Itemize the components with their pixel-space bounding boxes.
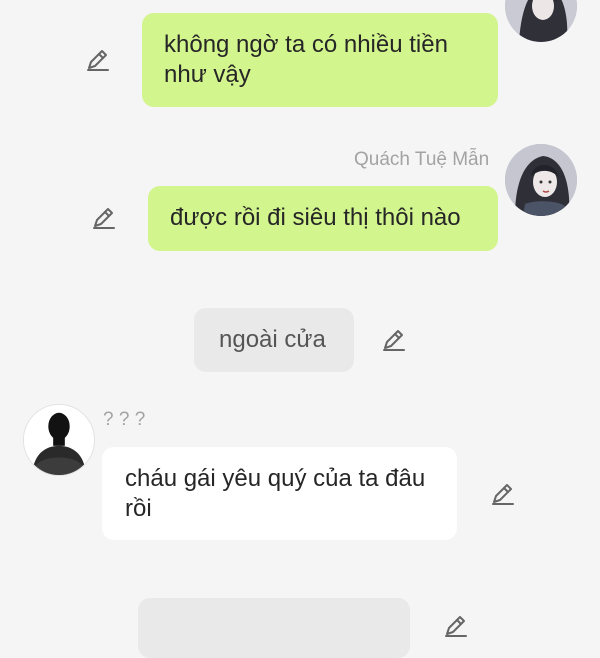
edit-icon[interactable] xyxy=(489,481,517,509)
avatar-quach-tue-man-top[interactable] xyxy=(505,0,577,42)
sender-name: ? ? ? xyxy=(103,409,146,430)
sender-name: Quách Tuệ Mẫn xyxy=(354,149,490,170)
message-text-1: không ngờ ta có nhiều tiền như vậy xyxy=(164,31,448,88)
message-bubble-2[interactable]: được rồi đi siêu thị thôi nào xyxy=(148,186,498,251)
avatar-unknown[interactable] xyxy=(23,404,95,476)
edit-icon[interactable] xyxy=(442,613,470,641)
message-bubble-partial[interactable] xyxy=(138,598,410,658)
narration-bubble[interactable]: ngoài cửa xyxy=(194,308,354,372)
edit-icon[interactable] xyxy=(84,47,112,75)
edit-icon[interactable] xyxy=(90,205,118,233)
message-bubble-4[interactable]: cháu gái yêu quý của ta đâu rồi xyxy=(102,447,457,540)
edit-icon[interactable] xyxy=(380,327,408,355)
message-text-2: được rồi đi siêu thị thôi nào xyxy=(170,204,461,231)
message-text-4: cháu gái yêu quý của ta đâu rồi xyxy=(125,465,426,522)
message-bubble-1[interactable]: không ngờ ta có nhiều tiền như vậy xyxy=(142,13,498,107)
avatar-quach-tue-man[interactable] xyxy=(505,144,577,216)
narration-text: ngoài cửa xyxy=(219,326,326,353)
